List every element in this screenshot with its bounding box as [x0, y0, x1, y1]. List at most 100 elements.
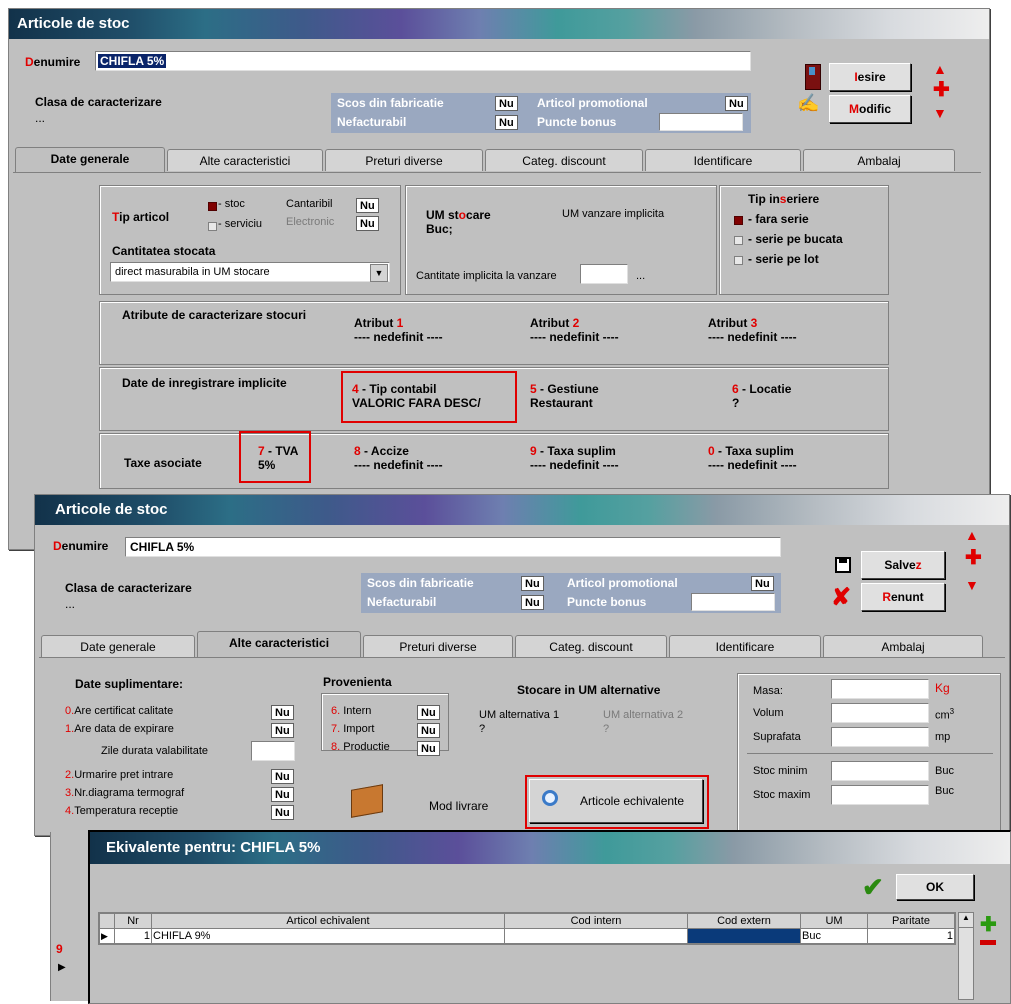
cell-nr[interactable]: 1 [114, 928, 152, 944]
tab-categ-discount-2[interactable]: Categ. discount [515, 635, 667, 657]
tab-alte-caracteristici-2[interactable]: Alte caracteristici [197, 631, 361, 657]
prov-value[interactable]: Nu [417, 741, 440, 756]
serie-bucata-radio[interactable] [734, 236, 743, 245]
col-cod-extern[interactable]: Cod extern [687, 913, 801, 929]
plus-icon-2[interactable]: ✚ [965, 545, 982, 570]
cantaribil-value[interactable]: Nu [356, 198, 379, 213]
title-bar: Articole de stoc [9, 9, 989, 39]
tva-highlight [239, 431, 311, 483]
add-row-icon[interactable]: ✚ [980, 912, 997, 937]
cell-cod-intern[interactable] [504, 928, 688, 944]
supl-value[interactable]: Nu [271, 787, 294, 802]
box-icon[interactable] [351, 784, 383, 818]
masa-input[interactable] [831, 679, 929, 699]
zile-input[interactable] [251, 741, 295, 761]
scroll-up-icon[interactable]: ▲ [959, 913, 973, 928]
supl-item: 0.Are certificat calitate [65, 705, 174, 717]
cell-articol[interactable]: CHIFLA 9% [151, 928, 505, 944]
scos-value-2[interactable]: Nu [521, 576, 544, 591]
prov-value[interactable]: Nu [417, 723, 440, 738]
table-row[interactable]: ▶ 1 CHIFLA 9% Buc 1 [99, 928, 955, 944]
nefacturabil-value-2[interactable]: Nu [521, 595, 544, 610]
col-nr[interactable]: Nr [114, 913, 152, 929]
tab-ambalaj[interactable]: Ambalaj [803, 149, 955, 171]
tab-identificare-2[interactable]: Identificare [669, 635, 821, 657]
arrow-up-icon-2[interactable]: ▲ [965, 527, 979, 543]
cell-paritate[interactable]: 1 [867, 928, 955, 944]
tab-alte-caracteristici[interactable]: Alte caracteristici [167, 149, 323, 171]
iesire-button[interactable]: Iesire [829, 63, 911, 91]
tab-identificare[interactable]: Identificare [645, 149, 801, 171]
cell-um[interactable]: Buc [800, 928, 868, 944]
nefacturabil-value[interactable]: Nu [495, 115, 518, 130]
arrow-down-icon[interactable]: ▼ [933, 105, 947, 121]
cell-cod-extern[interactable] [687, 928, 801, 944]
ok-button[interactable]: OK [896, 874, 974, 900]
title-bar-2: Articole de stoc [35, 495, 1009, 525]
modific-button[interactable]: Modific [829, 95, 911, 123]
stoc-minim-input[interactable] [831, 761, 929, 781]
volum-input[interactable] [831, 703, 929, 723]
row-marker: 9 [56, 942, 63, 956]
supl-value[interactable]: Nu [271, 723, 294, 738]
clasa-label: Clasa de caracterizare [35, 95, 162, 109]
supl-item: 3.Nr.diagrama termograf [65, 787, 185, 799]
col-articol[interactable]: Articol echivalent [151, 913, 505, 929]
col-um[interactable]: UM [800, 913, 868, 929]
table-header-row: Nr Articol echivalent Cod intern Cod ext… [99, 913, 955, 929]
plus-icon[interactable]: ✚ [933, 77, 950, 102]
stoc-radio[interactable] [208, 202, 217, 211]
promo-value-2[interactable]: Nu [751, 576, 774, 591]
renunt-button[interactable]: Renunt [861, 583, 945, 611]
bonus-input-2[interactable] [691, 593, 775, 611]
window-articole-stoc-2: Articole de stoc Denumire CHIFLA 5% Clas… [34, 494, 1010, 836]
tip-articol-group: Tip articol - stoc - serviciu Cantaribil… [99, 185, 401, 295]
provenienta-title: Provenienta [323, 675, 392, 689]
tab-preturi-diverse-2[interactable]: Preturi diverse [363, 635, 513, 657]
supl-value[interactable]: Nu [271, 769, 294, 784]
tab-categ-discount[interactable]: Categ. discount [485, 149, 643, 171]
prov-item: 6. Intern [331, 705, 372, 717]
chevron-down-icon[interactable]: ▼ [370, 264, 388, 282]
supl-value[interactable]: Nu [271, 705, 294, 720]
supl-value[interactable]: Nu [271, 805, 294, 820]
window-ekivalente: Ekivalente pentru: CHIFLA 5% ✔ OK Nr Art… [88, 830, 1011, 1004]
flags-panel-2: Scos din fabricatie Nu Nefacturabil Nu A… [361, 573, 781, 613]
cant-stocata-select[interactable]: direct masurabila in UM stocare ▼ [110, 262, 390, 282]
table-scrollbar[interactable]: ▲ [958, 912, 974, 1000]
col-paritate[interactable]: Paritate [867, 913, 955, 929]
checkmark-icon: ✔ [862, 872, 884, 902]
bonus-input[interactable] [659, 113, 743, 131]
denumire-label-2: Denumire [53, 539, 109, 553]
tab-date-generale[interactable]: Date generale [15, 147, 165, 173]
tip-inseriere-group: Tip inseriere - fara serie - serie pe bu… [719, 185, 889, 295]
fara-serie-radio[interactable] [734, 216, 743, 225]
supl-item: 2.Urmarire pret intrare [65, 769, 174, 781]
door-icon [805, 64, 821, 90]
remove-row-icon[interactable] [980, 940, 996, 945]
denumire-input-2[interactable]: CHIFLA 5% [125, 537, 781, 557]
promo-value[interactable]: Nu [725, 96, 748, 111]
window-title-2: Articole de stoc [55, 501, 168, 518]
cant-vanzare-input[interactable] [580, 264, 628, 284]
stoc-maxim-input[interactable] [831, 785, 929, 805]
atribute-group: Atribute de caracterizare stocuri Atribu… [99, 301, 889, 365]
supl-item: 1.Are data de expirare [65, 723, 174, 735]
denumire-input[interactable]: CHIFLA 5% [95, 51, 751, 71]
prov-value[interactable]: Nu [417, 705, 440, 720]
articole-echivalente-highlight [525, 775, 709, 829]
arrow-up-icon[interactable]: ▲ [933, 61, 947, 77]
tab-preturi-diverse[interactable]: Preturi diverse [325, 149, 483, 171]
col-cod-intern[interactable]: Cod intern [504, 913, 688, 929]
arrow-down-icon-2[interactable]: ▼ [965, 577, 979, 593]
mod-livrare-button[interactable]: Mod livrare [429, 799, 488, 813]
suprafata-input[interactable] [831, 727, 929, 747]
serviciu-radio[interactable] [208, 222, 217, 231]
serie-lot-radio[interactable] [734, 256, 743, 265]
tab-ambalaj-2[interactable]: Ambalaj [823, 635, 983, 657]
window-articole-stoc-1: Articole de stoc Denumire CHIFLA 5% Clas… [8, 8, 990, 550]
tab-date-generale-2[interactable]: Date generale [41, 635, 195, 657]
electronic-value[interactable]: Nu [356, 216, 379, 231]
salvez-button[interactable]: Salvez [861, 551, 945, 579]
scos-value[interactable]: Nu [495, 96, 518, 111]
